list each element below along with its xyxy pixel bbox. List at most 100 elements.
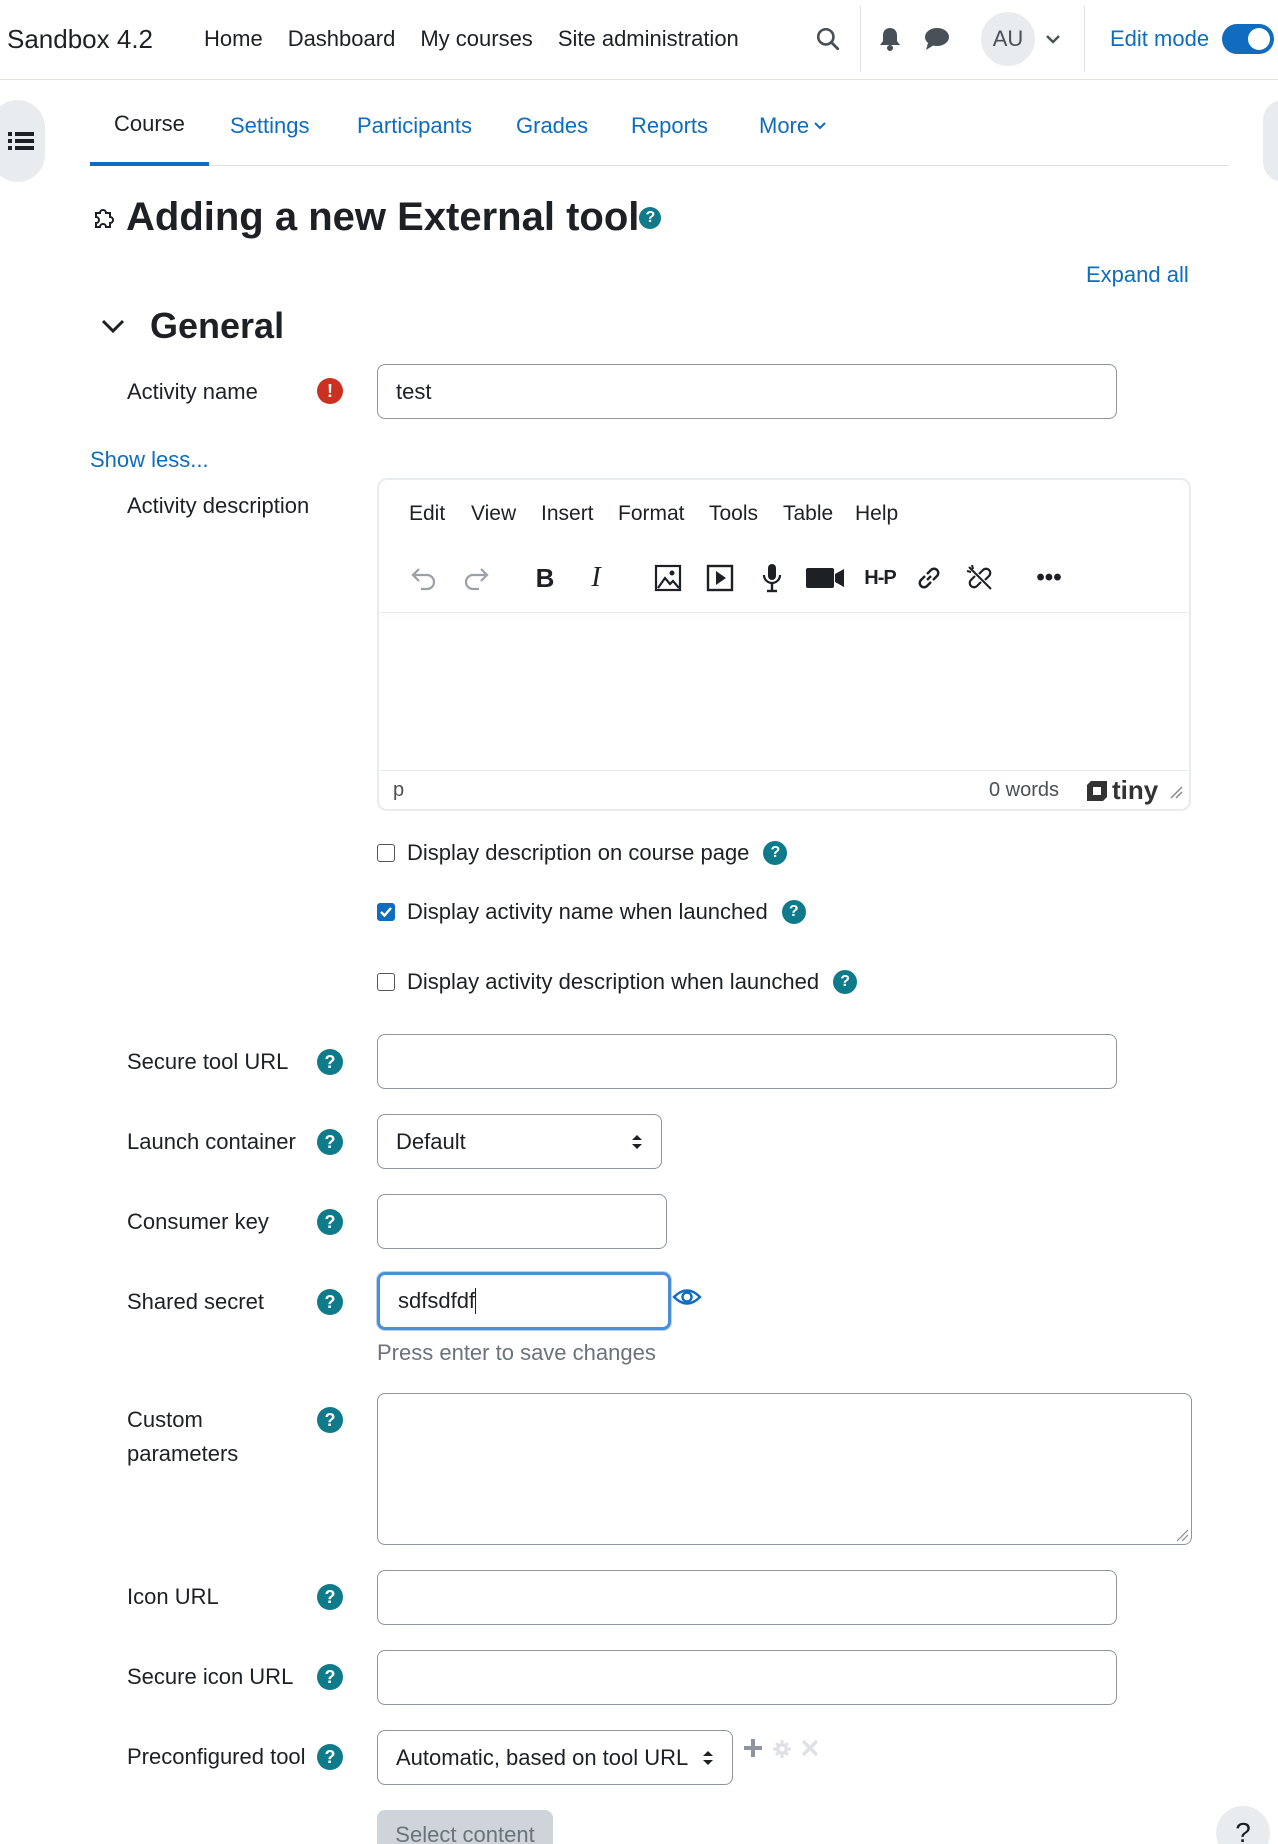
resize-handle-icon[interactable] [1175,1528,1189,1542]
help-icon[interactable]: ? [317,1129,343,1155]
launch-container-select[interactable]: Default [377,1114,662,1169]
image-icon[interactable] [648,558,688,598]
nav-my-courses[interactable]: My courses [420,26,532,52]
list-icon [7,132,34,150]
footer-help-button[interactable]: ? [1216,1806,1270,1844]
editor-menu-insert[interactable]: Insert [541,502,594,526]
help-icon[interactable]: ? [833,970,858,994]
add-tool-icon[interactable] [743,1738,763,1763]
editor-statusbar: p 0 words tiny [379,770,1189,810]
h5p-icon[interactable]: H-P [857,558,903,598]
top-navbar: Sandbox 4.2 Home Dashboard My courses Si… [0,0,1278,80]
tab-settings[interactable]: Settings [206,86,334,166]
help-icon[interactable]: ? [317,1407,343,1433]
gear-icon[interactable] [772,1739,792,1764]
tab-more-label: More [759,113,810,138]
display-activity-description-checkbox[interactable] [377,973,395,991]
activity-description-label: Activity description [127,493,310,518]
close-icon[interactable] [801,1739,819,1762]
site-brand[interactable]: Sandbox 4.2 [7,24,153,55]
tab-grades[interactable]: Grades [492,86,612,166]
editor-menu-view[interactable]: View [471,502,516,526]
tab-course[interactable]: Course [90,86,209,166]
select-arrows-icon [632,1134,642,1149]
help-icon[interactable]: ? [317,1289,343,1315]
unlink-icon[interactable] [960,558,1000,598]
tiny-logo-text: tiny [1112,775,1159,805]
select-content-button[interactable]: Select content [377,1810,553,1844]
bold-icon[interactable]: B [525,558,565,598]
display-description-row: Display description on course page ? [377,840,788,866]
required-icon: ! [317,378,343,404]
tab-more[interactable]: More [735,86,851,166]
help-icon[interactable]: ? [781,900,806,924]
editor-toolbar-divider [379,612,1189,613]
help-icon[interactable]: ? [317,1049,343,1075]
video-camera-icon[interactable] [802,558,848,598]
notification-bell-icon[interactable] [874,22,906,56]
nav-dashboard[interactable]: Dashboard [288,26,396,52]
display-description-checkbox[interactable] [377,844,395,862]
shared-secret-label: Shared secret [127,1289,264,1314]
help-icon[interactable]: ? [763,841,788,865]
nav-site-administration[interactable]: Site administration [558,26,739,52]
editor-word-count[interactable]: 0 words [989,779,1059,802]
editor-menu-edit[interactable]: Edit [409,502,445,526]
redo-icon[interactable] [457,558,497,598]
rich-text-editor[interactable]: Edit View Insert Format Tools Table Help… [377,478,1191,811]
course-index-drawer-button[interactable] [0,100,45,182]
tab-reports[interactable]: Reports [607,86,732,166]
custom-parameters-label: Custom parameters [127,1407,239,1466]
display-activity-description-row: Display activity description when launch… [377,969,858,995]
help-icon[interactable]: ? [317,1744,343,1770]
display-activity-description-label: Display activity description when launch… [407,969,820,994]
consumer-key-input[interactable] [377,1194,667,1249]
expand-all-link[interactable]: Expand all [1086,262,1189,288]
search-icon[interactable] [812,22,844,56]
puzzle-piece-icon [95,208,114,228]
icon-url-input[interactable] [377,1570,1117,1625]
chevron-down-icon [101,319,125,334]
custom-parameters-textarea[interactable] [377,1393,1192,1545]
help-icon[interactable]: ? [317,1584,343,1610]
block-drawer-button[interactable] [1263,100,1278,182]
editor-menu-format[interactable]: Format [618,502,685,526]
link-icon[interactable] [909,558,949,598]
navbar-divider [860,6,861,72]
help-icon[interactable]: ? [639,206,662,229]
editor-element-path[interactable]: p [393,779,404,802]
display-activity-name-checkbox[interactable] [377,903,395,921]
user-avatar[interactable]: AU [981,12,1035,66]
help-icon[interactable]: ? [317,1209,343,1235]
preconfigured-tool-value: Automatic, based on tool URL [396,1744,689,1770]
nav-home[interactable]: Home [204,26,263,52]
italic-icon[interactable]: I [576,558,616,598]
show-less-link[interactable]: Show less... [90,447,209,473]
secure-icon-url-label: Secure icon URL [127,1664,294,1689]
shared-secret-input[interactable]: sdfsdfdf [377,1272,671,1330]
editor-menu-help[interactable]: Help [855,502,898,526]
resize-handle-icon[interactable] [1169,785,1183,799]
chevron-down-icon[interactable] [1037,22,1069,56]
shared-secret-hint: Press enter to save changes [377,1340,656,1365]
more-options-icon[interactable]: ••• [1029,558,1069,598]
secondary-navigation: Course Settings Participants Grades Repo… [90,86,1228,166]
help-icon[interactable]: ? [317,1664,343,1690]
secure-icon-url-input[interactable] [377,1650,1117,1705]
editor-menu-tools[interactable]: Tools [709,502,758,526]
tiny-logo[interactable]: tiny [1085,775,1158,806]
undo-icon[interactable] [403,558,443,598]
secure-tool-url-input[interactable] [377,1034,1117,1089]
editor-menu-table[interactable]: Table [783,502,833,526]
activity-name-input[interactable]: test [377,364,1117,419]
tab-participants[interactable]: Participants [333,86,496,166]
media-icon[interactable] [700,558,740,598]
section-general-header[interactable]: General [100,305,284,347]
preconfigured-tool-select[interactable]: Automatic, based on tool URL [377,1730,733,1785]
launch-container-label: Launch container [127,1129,296,1154]
microphone-icon[interactable] [752,558,792,598]
messages-icon[interactable] [921,22,953,56]
reveal-password-eye-icon[interactable] [672,1286,702,1313]
edit-mode-toggle[interactable] [1222,24,1274,54]
display-activity-name-label: Display activity name when launched [407,899,768,924]
